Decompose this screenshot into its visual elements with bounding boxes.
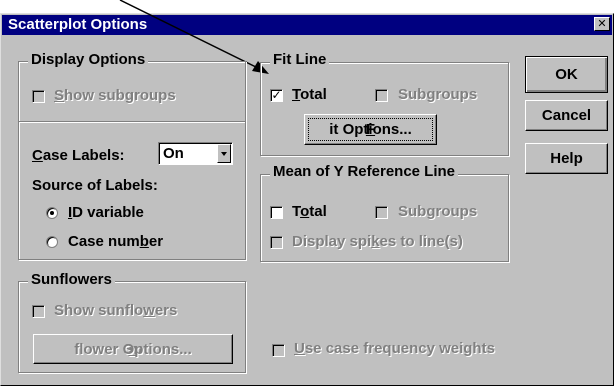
case-labels-label: Case Labels: xyxy=(32,147,125,164)
ok-label: OK xyxy=(555,66,578,83)
ok-button[interactable]: OK xyxy=(525,56,608,93)
check-icon: ✓ xyxy=(271,88,282,102)
sunflower-options-label: Su n flower Options... xyxy=(74,341,192,358)
display-spikes-label: Display spikes to line(s) xyxy=(292,233,463,250)
source-of-labels-label: Source of Labels: xyxy=(32,177,158,194)
case-labels-value: On xyxy=(163,145,184,162)
mean-y-subgroups-label: Subgroups xyxy=(398,203,478,220)
fit-line-total-checkbox[interactable]: ✓ xyxy=(270,89,283,102)
display-spikes-checkbox[interactable] xyxy=(270,236,283,249)
sunflowers-legend: Sunflowers xyxy=(28,272,115,288)
help-label: Help xyxy=(550,150,583,167)
case-number-radio[interactable] xyxy=(46,236,58,248)
cancel-button[interactable]: Cancel xyxy=(525,100,608,131)
case-weights-label: Use case frequency weights xyxy=(294,340,495,357)
mean-y-subgroups-checkbox[interactable] xyxy=(375,206,388,219)
chevron-down-icon[interactable] xyxy=(217,144,231,163)
display-options-legend: Display Options xyxy=(28,52,149,68)
sunflower-options-button[interactable]: Su n flower Options... xyxy=(33,334,233,364)
fit-options-label: Fit Options... xyxy=(329,121,412,138)
case-weights-checkbox[interactable] xyxy=(272,344,285,357)
case-number-label: Case number xyxy=(68,233,164,250)
mean-y-total-checkbox[interactable] xyxy=(270,206,283,219)
help-button[interactable]: Help xyxy=(525,143,608,174)
show-subgroups-label: Show subgroups xyxy=(54,87,176,104)
fit-line-legend: Fit Line xyxy=(270,52,330,68)
fit-line-subgroups-label: Subgroups xyxy=(398,86,478,103)
fit-line-subgroups-checkbox[interactable] xyxy=(375,89,388,102)
cancel-label: Cancel xyxy=(541,107,592,124)
show-sunflowers-label: Show sunflowers xyxy=(54,302,178,319)
show-subgroups-checkbox[interactable] xyxy=(32,90,45,103)
mean-y-total-label: Total xyxy=(292,203,327,220)
id-variable-label: ID variable xyxy=(68,204,144,221)
case-labels-dropdown[interactable]: On xyxy=(158,142,233,165)
fit-line-total-label: Total xyxy=(292,86,327,103)
id-variable-radio[interactable] xyxy=(46,207,58,219)
mean-y-legend: Mean of Y Reference Line xyxy=(270,164,459,180)
show-sunflowers-checkbox[interactable] xyxy=(32,305,45,318)
display-options-divider xyxy=(19,121,245,123)
fit-options-button[interactable]: Fit Options... xyxy=(304,114,437,145)
